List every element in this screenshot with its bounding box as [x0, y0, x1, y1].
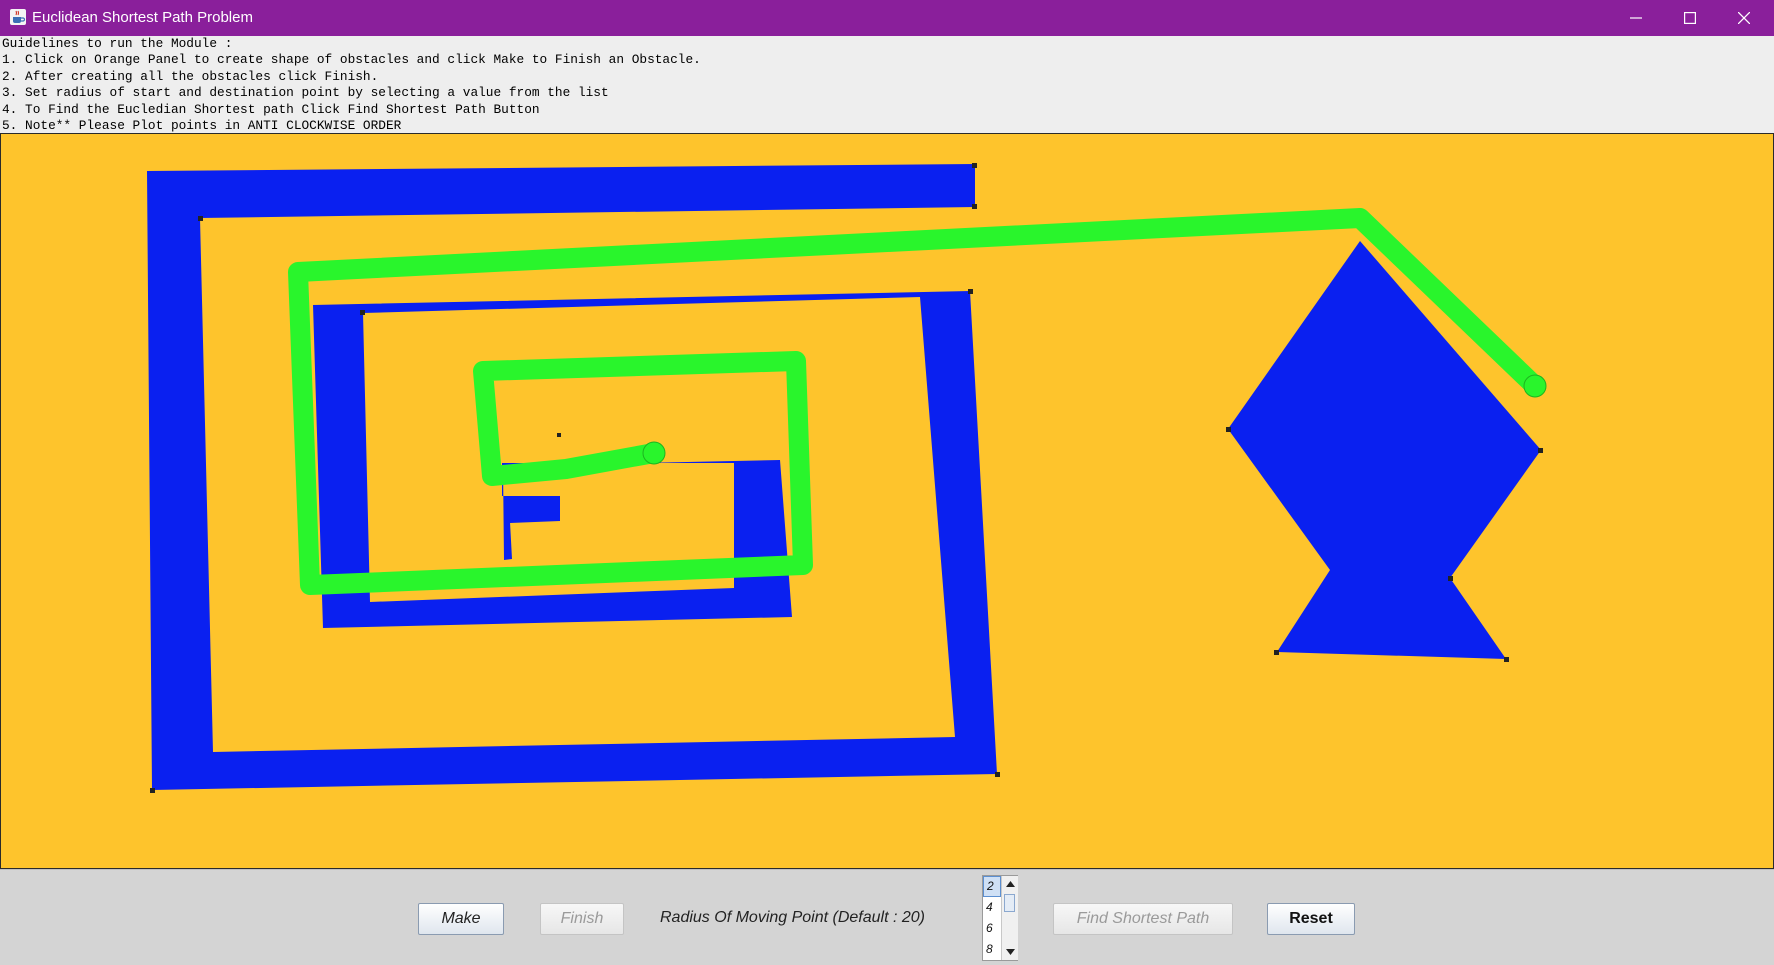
- control-panel: Make Finish Radius Of Moving Point (Defa…: [0, 869, 1774, 965]
- guideline-step-2: 2. After creating all the obstacles clic…: [2, 68, 379, 84]
- scroll-up-arrow-icon[interactable]: [1002, 876, 1018, 892]
- radius-option-8[interactable]: 8: [983, 939, 1001, 960]
- scroll-down-arrow-icon[interactable]: [1002, 944, 1018, 960]
- guideline-step-5: 5. Note** Please Plot points in ANTI CLO…: [2, 117, 402, 133]
- application-window: Euclidean Shortest Path Problem Guidelin…: [0, 0, 1774, 965]
- guideline-step-1: 1. Click on Orange Panel to create shape…: [2, 52, 701, 68]
- close-button[interactable]: [1717, 0, 1771, 36]
- maximize-icon: [1684, 12, 1696, 24]
- maximize-button[interactable]: [1663, 0, 1717, 36]
- close-icon: [1738, 12, 1750, 24]
- guideline-step-3: 3. Set radius of start and destination p…: [2, 85, 609, 101]
- minimize-icon: [1630, 17, 1642, 19]
- start-point: [642, 441, 666, 465]
- java-cup-icon: [10, 9, 26, 25]
- reset-button[interactable]: Reset: [1267, 903, 1355, 935]
- title-bar: Euclidean Shortest Path Problem: [0, 0, 1774, 36]
- radius-label: Radius Of Moving Point (Default : 20): [660, 909, 926, 926]
- radius-option-2[interactable]: 2: [983, 876, 1001, 897]
- drawing-panel[interactable]: [0, 133, 1774, 869]
- minimize-button[interactable]: [1609, 0, 1663, 36]
- radius-list-scrollbar[interactable]: [1001, 876, 1018, 960]
- guideline-heading: Guidelines to run the Module :: [2, 36, 233, 51]
- scroll-thumb[interactable]: [1004, 894, 1015, 912]
- make-button[interactable]: Make: [418, 903, 504, 935]
- destination-point: [1523, 374, 1547, 398]
- guidelines-panel: Guidelines to run the Module : 1. Click …: [0, 36, 1774, 134]
- radius-option-6[interactable]: 6: [983, 918, 1001, 939]
- finish-button[interactable]: Finish: [540, 903, 624, 935]
- find-shortest-path-button[interactable]: Find Shortest Path: [1053, 903, 1233, 935]
- window-title: Euclidean Shortest Path Problem: [32, 9, 253, 26]
- radius-list[interactable]: 2 4 6 8: [982, 875, 1018, 961]
- guideline-step-4: 4. To Find the Eucledian Shortest path C…: [2, 101, 540, 117]
- radius-option-4[interactable]: 4: [983, 897, 1001, 918]
